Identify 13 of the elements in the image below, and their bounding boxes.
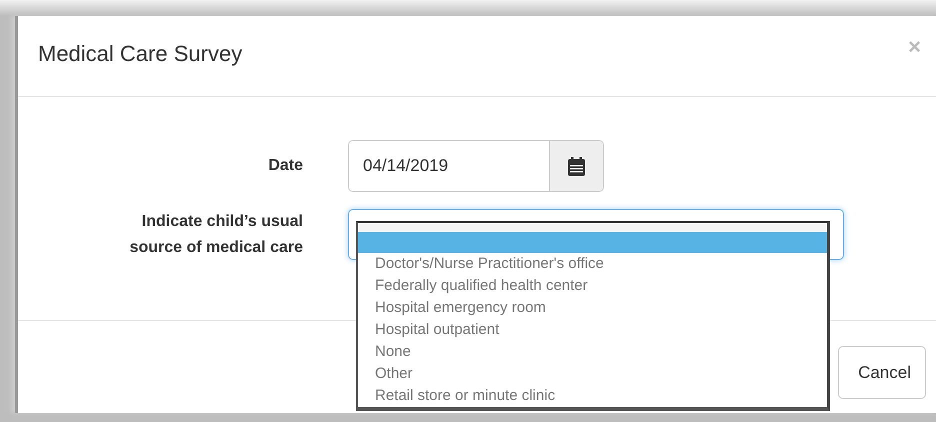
dropdown-option[interactable]: Retail store or minute clinic	[358, 385, 827, 407]
calendar-icon[interactable]	[549, 141, 603, 191]
dropdown-option[interactable]: Hospital emergency room	[358, 297, 827, 319]
date-field[interactable]: 04/14/2019	[348, 140, 604, 192]
care-source-label: Indicate child’s usual source of medical care	[128, 212, 303, 258]
dropdown-option[interactable]: Hospital outpatient	[358, 319, 827, 341]
cancel-button[interactable]: Cancel	[838, 346, 926, 399]
date-label: Date	[267, 156, 303, 176]
dropdown-option[interactable]: None	[358, 341, 827, 363]
dropdown-option[interactable]: Doctor's/Nurse Practitioner's office	[358, 253, 827, 275]
dialog-title: Medical Care Survey	[38, 41, 242, 67]
dropdown-option[interactable]: Federally qualified health center	[358, 275, 827, 297]
dropdown-option[interactable]: Other	[358, 363, 827, 385]
